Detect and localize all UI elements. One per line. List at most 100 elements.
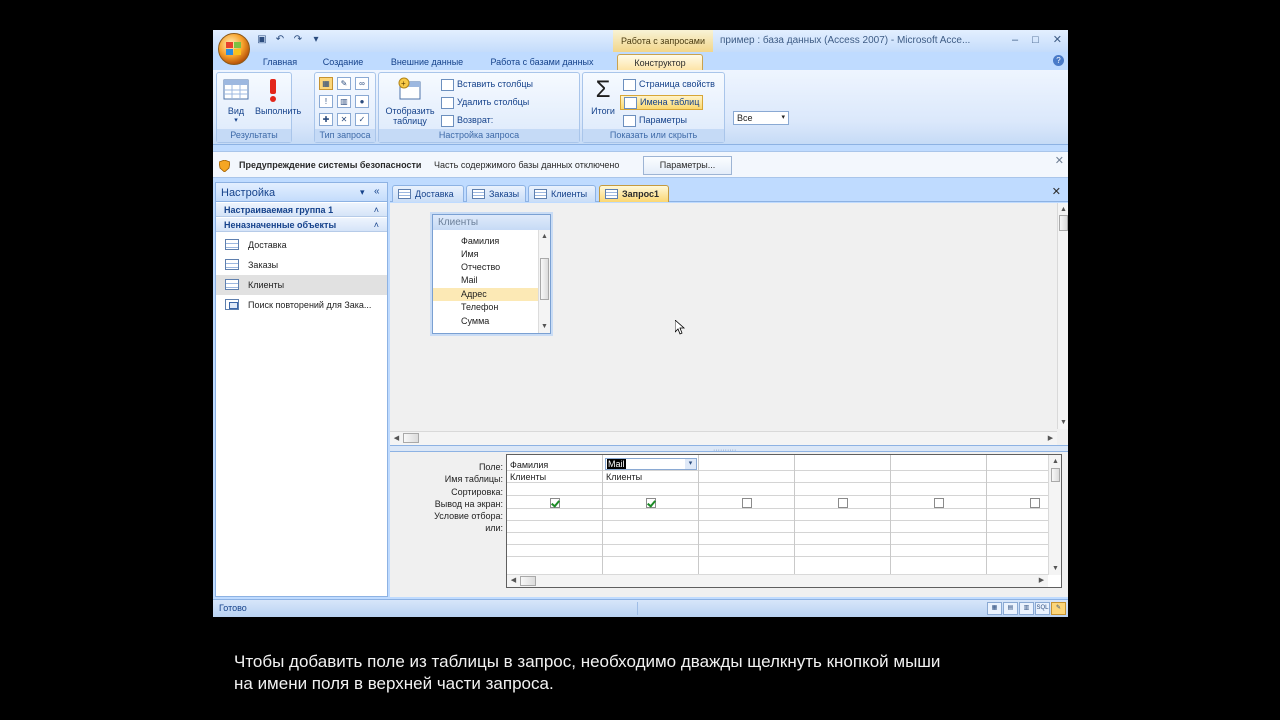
field-item[interactable]: Отчество	[433, 261, 538, 274]
field-item[interactable]: Имя	[433, 248, 538, 261]
data-definition-query-icon[interactable]: ✓	[355, 113, 369, 126]
scroll-right-icon[interactable]: ▶	[1036, 575, 1047, 586]
doc-tab-delivery[interactable]: Доставка	[392, 185, 464, 202]
show-checkbox[interactable]	[838, 498, 848, 508]
office-button[interactable]	[218, 33, 250, 65]
pass-through-query-icon[interactable]: ●	[355, 95, 369, 108]
save-icon[interactable]: ▣	[255, 33, 269, 47]
field-item-hover[interactable]: Адрес	[433, 288, 538, 301]
close-icon[interactable]: ✕	[1055, 154, 1064, 167]
row-label-table: Имя таблицы:	[444, 474, 503, 484]
doc-tab-clients[interactable]: Клиенты	[528, 185, 596, 202]
grid-field-value: Mail	[607, 459, 626, 469]
view-button[interactable]: Вид ▾	[222, 77, 250, 126]
tab-database-tools[interactable]: Работа с базами данных	[483, 54, 601, 70]
parameters-button[interactable]: Параметры	[623, 113, 687, 128]
crosstab-query-icon[interactable]: ▥	[337, 95, 351, 108]
scroll-left-icon[interactable]: ◀	[508, 575, 519, 586]
field-item[interactable]: Телефон	[433, 301, 538, 314]
scroll-up-icon[interactable]: ▲	[1058, 204, 1068, 215]
pivot-table-view-icon[interactable]: ▤	[1003, 602, 1018, 615]
query-table-area[interactable]: Клиенты Фамилия Имя Отчество Mail Адрес …	[390, 203, 1068, 445]
customize-qat-icon[interactable]: ▾	[309, 33, 323, 47]
redo-icon[interactable]: ↷	[291, 33, 305, 47]
make-table-query-icon[interactable]: ✎	[337, 77, 351, 90]
show-checkbox[interactable]	[742, 498, 752, 508]
scroll-up-icon[interactable]: ▲	[1050, 456, 1061, 467]
append-query-icon[interactable]: !	[319, 95, 333, 108]
delete-query-icon[interactable]: ✕	[337, 113, 351, 126]
select-query-icon[interactable]: ▦	[319, 77, 333, 90]
chevron-down-icon[interactable]: ▾	[685, 459, 696, 469]
delete-columns-button[interactable]: Удалить столбцы	[441, 95, 529, 110]
design-grid[interactable]: Фамилия Клиенты Mail ▾ Клиенты ▲ ▼ ◀ ▶	[506, 454, 1062, 588]
scroll-right-icon[interactable]: ▶	[1045, 433, 1056, 444]
scroll-left-icon[interactable]: ◀	[391, 433, 402, 444]
field-list-title[interactable]: Клиенты	[433, 215, 550, 230]
show-table-button[interactable]: + Отобразить таблицу	[382, 77, 438, 126]
scroll-thumb[interactable]	[1051, 468, 1060, 482]
show-checkbox[interactable]	[934, 498, 944, 508]
nav-item-duplicates-query[interactable]: Поиск повторений для Зака...	[216, 295, 387, 315]
collapse-pane-icon[interactable]: «	[374, 186, 380, 197]
maximize-button[interactable]: □	[1032, 30, 1039, 50]
nav-item-orders[interactable]: Заказы	[216, 255, 387, 275]
doc-tab-orders[interactable]: Заказы	[466, 185, 526, 202]
scroll-thumb[interactable]	[540, 258, 549, 300]
show-checkbox[interactable]	[1030, 498, 1040, 508]
chevron-down-icon[interactable]: ▾	[360, 187, 365, 198]
grid-field-cell-active[interactable]: Mail ▾	[605, 458, 697, 470]
scroll-up-icon[interactable]: ▲	[539, 231, 550, 242]
tab-create[interactable]: Создание	[317, 54, 369, 70]
nav-item-clients[interactable]: Клиенты	[216, 275, 387, 295]
update-query-icon[interactable]: ✚	[319, 113, 333, 126]
nav-item-delivery[interactable]: Доставка	[216, 235, 387, 255]
grid-horizontal-scrollbar[interactable]: ◀ ▶	[507, 574, 1048, 587]
field-item[interactable]: Фамилия	[433, 235, 538, 248]
grid-vertical-scrollbar[interactable]: ▲ ▼	[1048, 455, 1061, 575]
pane-splitter[interactable]: ··········	[390, 445, 1068, 454]
datasheet-view-icon[interactable]: ▦	[987, 602, 1002, 615]
close-button[interactable]: ✕	[1053, 30, 1062, 50]
tab-external-data[interactable]: Внешние данные	[383, 54, 471, 70]
nav-group-custom[interactable]: Настраиваемая группа 1 ˄	[216, 203, 387, 217]
nav-group-unassigned[interactable]: Неназначенные объекты ˄	[216, 218, 387, 232]
design-view-icon[interactable]: ✎	[1051, 602, 1066, 615]
field-item[interactable]: Mail	[433, 274, 538, 287]
grid-table-cell[interactable]: Клиенты	[508, 471, 601, 483]
grid-table-cell[interactable]: Клиенты	[604, 471, 697, 483]
table-names-button[interactable]: Имена таблиц	[620, 95, 704, 110]
union-query-icon[interactable]: ∞	[355, 77, 369, 90]
upper-vertical-scrollbar[interactable]: ▲ ▼	[1057, 203, 1068, 429]
property-sheet-button[interactable]: Страница свойств	[623, 77, 715, 92]
help-icon[interactable]: ?	[1053, 55, 1064, 66]
close-icon[interactable]: ✕	[1052, 185, 1061, 198]
show-checkbox[interactable]	[646, 498, 656, 508]
field-item[interactable]: Сумма	[433, 315, 538, 328]
security-options-button[interactable]: Параметры...	[643, 156, 732, 175]
scroll-down-icon[interactable]: ▼	[1050, 563, 1061, 574]
minimize-button[interactable]: –	[1012, 30, 1018, 50]
return-select[interactable]: Все ▾	[733, 111, 789, 125]
tab-design[interactable]: Конструктор	[617, 54, 703, 70]
run-button[interactable]: Выполнить	[255, 77, 301, 116]
doc-tab-query1[interactable]: Запрос1	[599, 185, 669, 202]
scroll-thumb[interactable]	[1059, 215, 1068, 231]
return-label: Возврат:	[457, 115, 494, 125]
tab-home[interactable]: Главная	[255, 54, 305, 70]
totals-button[interactable]: Σ Итоги	[587, 77, 619, 117]
scroll-down-icon[interactable]: ▼	[1058, 417, 1068, 428]
show-checkbox[interactable]	[550, 498, 560, 508]
scroll-thumb[interactable]	[520, 576, 536, 586]
sql-view-icon[interactable]: SQL	[1035, 602, 1050, 615]
grid-field-cell[interactable]: Фамилия	[508, 459, 601, 471]
scroll-down-icon[interactable]: ▼	[539, 321, 550, 332]
undo-icon[interactable]: ↶	[273, 33, 287, 47]
upper-horizontal-scrollbar[interactable]: ◀ ▶	[390, 431, 1057, 445]
field-list-scrollbar[interactable]: ▲ ▼	[538, 230, 550, 333]
scroll-thumb[interactable]	[403, 433, 419, 443]
insert-columns-button[interactable]: Вставить столбцы	[441, 77, 533, 92]
navigation-header[interactable]: Настройка ▾ «	[216, 183, 387, 202]
field-list-clients[interactable]: Клиенты Фамилия Имя Отчество Mail Адрес …	[432, 214, 551, 334]
pivot-chart-view-icon[interactable]: ▥	[1019, 602, 1034, 615]
